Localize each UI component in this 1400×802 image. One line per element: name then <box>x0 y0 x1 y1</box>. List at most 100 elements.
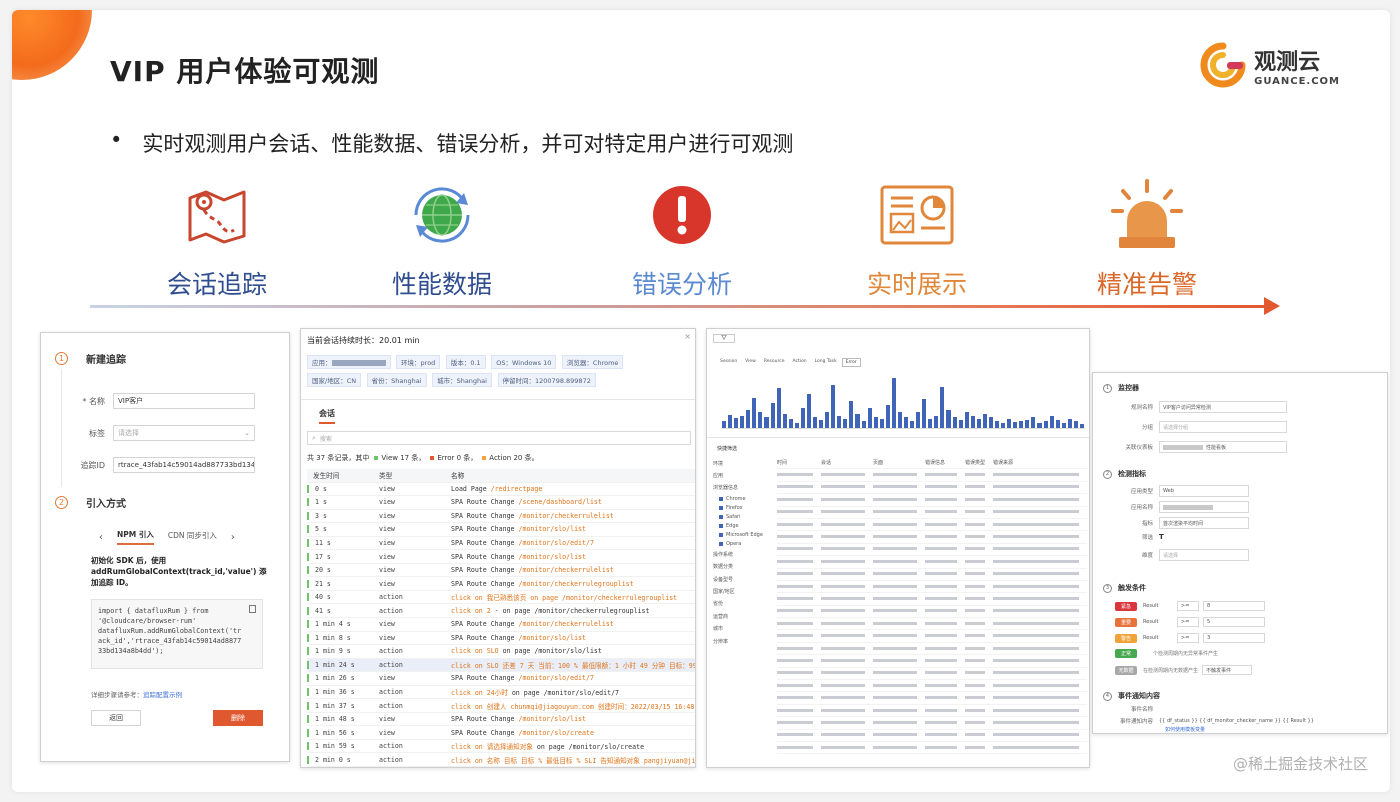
table-row[interactable]: 20 s view SPA Route Change /monitor/checke… <box>307 564 695 578</box>
list-item[interactable] <box>777 705 1087 718</box>
filter-item[interactable]: 省份 <box>713 598 775 610</box>
list-item[interactable] <box>777 569 1087 581</box>
table-row[interactable]: 1 min 37 s action click on 创建人 chunmqi@jia… <box>307 699 695 713</box>
table-row[interactable]: 40 s action click on 我已熟悉该页 on page /monit… <box>307 591 695 605</box>
table-row[interactable]: 21 s view SPA Route Change /monitor/checke… <box>307 577 695 591</box>
filter-icon[interactable]: ⛛ <box>721 334 727 343</box>
list-item[interactable] <box>777 469 1087 482</box>
filter-icon[interactable]: T <box>1159 533 1164 541</box>
list-item[interactable] <box>777 593 1087 606</box>
filter-checkbox[interactable]: Microsoft Edge <box>713 530 775 539</box>
tab-explorer[interactable]: View <box>742 358 759 367</box>
table-row[interactable]: 1 min 56 s view SPA Route Change /monitor/… <box>307 726 695 740</box>
table-row[interactable]: 5 s view SPA Route Change /monitor/slo/lis… <box>307 523 695 537</box>
list-item[interactable] <box>777 742 1087 755</box>
group-select[interactable]: 请选择分组 <box>1159 421 1287 433</box>
list-item[interactable] <box>777 556 1087 569</box>
filter-checkbox[interactable]: Safari <box>713 512 775 521</box>
list-item[interactable] <box>777 494 1087 507</box>
filter-item[interactable]: 操作系统 <box>713 548 775 560</box>
dimension-select[interactable]: 请选择 <box>1159 549 1249 561</box>
table-row[interactable]: 1 s view SPA Route Change /scene/dashboard… <box>307 496 695 510</box>
tab-session[interactable]: 会话 <box>319 408 335 424</box>
template-help-link[interactable]: 如何使用模板变量 <box>1165 726 1205 733</box>
list-item[interactable] <box>777 544 1087 557</box>
filter-item[interactable]: 环境 <box>713 457 775 469</box>
name-input[interactable]: VIP客户 <box>113 393 255 409</box>
list-item[interactable] <box>777 618 1087 631</box>
table-row[interactable]: 1 min 24 s action click on SLO 还差 7 天 当前：1… <box>307 658 695 673</box>
filter-checkbox[interactable]: Chrome <box>713 494 775 503</box>
tab-cdn[interactable]: CDN 同步引入 <box>168 530 217 544</box>
rule-name-input[interactable]: VIP客户访问异常检测 <box>1159 401 1287 413</box>
list-item[interactable] <box>777 730 1087 742</box>
table-row[interactable]: 1 min 26 s view SPA Route Change /monitor/… <box>307 672 695 686</box>
threshold-input[interactable]: 5 <box>1203 617 1265 627</box>
delete-button[interactable]: 删除 <box>213 710 263 726</box>
table-row[interactable]: 3 s view SPA Route Change /monitor/checker… <box>307 510 695 524</box>
table-row[interactable]: 17 s view SPA Route Change /monitor/slo/li… <box>307 550 695 564</box>
list-item[interactable] <box>777 643 1087 656</box>
tab-explorer[interactable]: Long Task <box>812 358 840 367</box>
threshold-input[interactable]: 8 <box>1203 601 1265 611</box>
list-item[interactable] <box>777 655 1087 668</box>
list-item[interactable] <box>777 630 1087 643</box>
list-item[interactable] <box>777 680 1087 693</box>
table-row[interactable]: 1 min 9 s action click on SLO on page /mon… <box>307 645 695 659</box>
back-button[interactable]: 返回 <box>91 710 141 726</box>
threshold-input[interactable]: 3 <box>1203 633 1265 643</box>
table-row[interactable]: 1 min 36 s action click on 24小时 on page /m… <box>307 686 695 700</box>
dashboard-select[interactable]: 性能看板 <box>1159 441 1287 453</box>
filter-item[interactable]: 浏览器信息 <box>713 482 775 494</box>
filter-item[interactable]: 运营商 <box>713 610 775 622</box>
table-row[interactable]: 2 min 0 s action click on 名称 目标 目标 % 最低目标 … <box>307 753 695 767</box>
list-item[interactable] <box>777 668 1087 681</box>
tag-select[interactable]: 请选择 ⌄ <box>113 425 255 441</box>
filter-item[interactable]: 设备型号 <box>713 573 775 585</box>
app-type-select[interactable]: Web <box>1159 485 1249 497</box>
help-link[interactable]: 追踪配置示例 <box>143 691 182 699</box>
filter-checkbox[interactable]: Firefox <box>713 503 775 512</box>
tab-explorer[interactable]: Action <box>790 358 810 367</box>
tab-next-icon[interactable]: › <box>231 532 235 543</box>
nodata-select[interactable]: 不触发事件 <box>1202 665 1253 675</box>
filter-checkbox[interactable]: Opera <box>713 539 775 548</box>
copy-icon[interactable] <box>249 605 256 613</box>
histogram-bar <box>843 419 848 428</box>
table-row[interactable]: 11 s view SPA Route Change /monitor/slo/ed… <box>307 537 695 551</box>
filter-checkbox[interactable]: Edge <box>713 521 775 530</box>
filter-item[interactable]: 应用 <box>713 469 775 481</box>
list-item[interactable] <box>777 717 1087 730</box>
table-row[interactable]: 1 min 8 s view SPA Route Change /monitor/s… <box>307 632 695 646</box>
tab-npm[interactable]: NPM 引入 <box>117 529 154 545</box>
tab-prev-icon[interactable]: ‹ <box>99 532 103 543</box>
trace-id-input[interactable]: rtrace_43fab14c59014ad887733bd134a <box>113 457 255 473</box>
tab-explorer[interactable]: Session <box>717 358 740 367</box>
operator-select[interactable]: >= <box>1177 601 1199 611</box>
filter-item[interactable]: 数据分类 <box>713 561 775 573</box>
operator-select[interactable]: >= <box>1177 633 1199 643</box>
list-item[interactable] <box>777 606 1087 619</box>
table-row[interactable]: 1 min 4 s view SPA Route Change /monitor/c… <box>307 618 695 632</box>
table-row[interactable]: 1 min 48 s view SPA Route Change /monitor/… <box>307 713 695 727</box>
list-item[interactable] <box>777 519 1087 532</box>
filter-item[interactable]: 国家/地区 <box>713 585 775 597</box>
table-row[interactable]: 1 min 59 s action click on 请选择通知对象 on page… <box>307 740 695 754</box>
list-item[interactable] <box>777 482 1087 495</box>
tab-explorer-active[interactable]: Error <box>841 358 861 367</box>
list-item[interactable] <box>777 531 1087 544</box>
operator-select[interactable]: >= <box>1177 617 1199 627</box>
list-item[interactable] <box>777 507 1087 519</box>
list-item[interactable] <box>777 692 1087 705</box>
app-name-select[interactable] <box>1159 501 1249 513</box>
list-item[interactable] <box>777 581 1087 594</box>
table-row[interactable]: 41 s action click on 2 - on page /monitor/… <box>307 604 695 619</box>
filter-item[interactable]: 分辨率 <box>713 635 775 647</box>
tab-explorer[interactable]: Resource <box>761 358 788 367</box>
session-search-input[interactable]: ⌕ 搜索 <box>307 431 691 445</box>
close-icon[interactable]: × <box>684 332 691 341</box>
filter-item[interactable]: 城市 <box>713 623 775 635</box>
table-row[interactable]: 0 s view Load Page /redirectpage <box>307 483 695 497</box>
metric-select[interactable]: 首次渲染平均时间 <box>1159 517 1249 529</box>
name-label: * 名称 <box>82 396 105 406</box>
